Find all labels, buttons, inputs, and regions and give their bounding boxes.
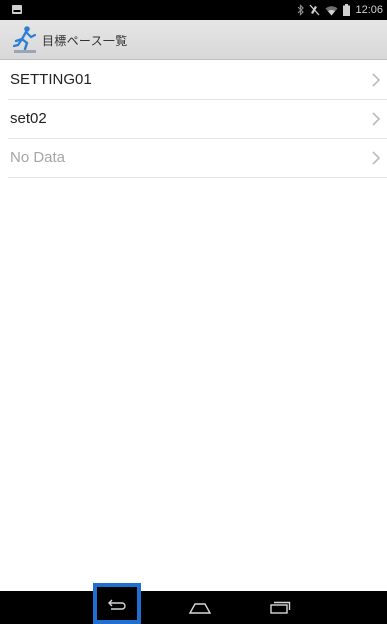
- list-item-no-data[interactable]: No Data: [8, 139, 387, 178]
- back-button[interactable]: [93, 583, 141, 624]
- page-title: 目標ペース一覧: [42, 34, 128, 48]
- list-item-setting01[interactable]: SETTING01: [8, 61, 387, 100]
- recent-apps-button[interactable]: [255, 591, 305, 624]
- pace-settings-list: SETTING01 set02 No Data: [8, 61, 387, 178]
- runner-icon[interactable]: [12, 25, 38, 55]
- status-icons: 12:06: [297, 3, 383, 17]
- home-icon: [188, 602, 212, 614]
- wifi-icon: [325, 5, 338, 15]
- status-bar: 12:06: [0, 0, 387, 20]
- back-icon: [108, 599, 126, 610]
- bluetooth-icon: [298, 4, 305, 16]
- list-item-label: No Data: [10, 149, 66, 166]
- battery-icon: [343, 4, 351, 16]
- chevron-right-icon: [372, 73, 381, 87]
- navigation-bar: [0, 583, 387, 624]
- chevron-right-icon: [372, 151, 381, 165]
- action-bar: 目標ペース一覧: [0, 20, 387, 60]
- list-item-set02[interactable]: set02: [8, 100, 387, 139]
- chevron-right-icon: [372, 112, 381, 126]
- recent-apps-icon: [270, 601, 291, 614]
- home-button[interactable]: [175, 591, 225, 624]
- status-time: 12:06: [355, 4, 383, 16]
- list-item-label: SETTING01: [10, 71, 92, 88]
- mute-icon: [309, 4, 320, 16]
- list-item-label: set02: [10, 110, 47, 127]
- notification-icon: [12, 5, 22, 14]
